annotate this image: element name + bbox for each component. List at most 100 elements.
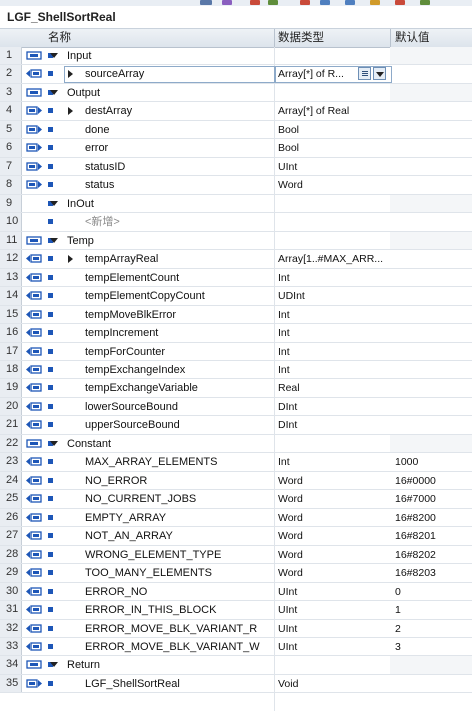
chevron-down-icon[interactable] [373, 67, 386, 81]
default-value[interactable]: 16#8201 [395, 527, 436, 545]
column-divider[interactable] [274, 29, 275, 47]
variable-name[interactable]: tempElementCopyCount [85, 287, 205, 305]
collapse-arrow-icon[interactable] [50, 200, 58, 206]
row-number[interactable]: 27 [0, 527, 22, 545]
data-type[interactable]: Int [278, 269, 386, 287]
default-value[interactable]: 1 [395, 601, 401, 619]
row-number[interactable]: 28 [0, 545, 22, 564]
section-label[interactable]: Output [67, 84, 100, 102]
row-number[interactable]: 16 [0, 324, 22, 342]
expand-arrow-icon[interactable] [68, 107, 73, 116]
collapse-arrow-icon[interactable] [50, 440, 58, 446]
data-type[interactable]: Word [278, 509, 386, 527]
variable-row[interactable]: 12 tempArrayReal Array[1..#MAX_ARR... [0, 250, 472, 269]
data-type[interactable]: Int [278, 306, 386, 324]
variable-row[interactable]: 32 ERROR_MOVE_BLK_VARIANT_R UInt 2 [0, 619, 472, 638]
expand-arrow-icon[interactable] [68, 70, 73, 79]
data-type[interactable]: Word [278, 490, 386, 508]
variable-name[interactable]: sourceArray [85, 65, 144, 83]
toolbar-button[interactable] [320, 0, 330, 5]
data-type[interactable]: Word [278, 176, 386, 194]
variable-name[interactable]: ERROR_IN_THIS_BLOCK [85, 601, 216, 619]
variable-row[interactable]: 35 LGF_ShellSortReal Void [0, 674, 472, 694]
toolbar-button[interactable] [222, 0, 232, 5]
variable-name[interactable]: MAX_ARRAY_ELEMENTS [85, 453, 217, 471]
row-number[interactable]: 35 [0, 674, 22, 693]
row-number[interactable]: 10 [0, 213, 22, 231]
variable-row[interactable]: 20 lowerSourceBound DInt [0, 397, 472, 417]
default-value[interactable]: 16#8202 [395, 546, 436, 564]
variable-row[interactable]: 26 EMPTY_ARRAY Word 16#8200 [0, 508, 472, 528]
row-number[interactable]: 4 [0, 102, 22, 120]
variable-name[interactable]: statusID [85, 158, 125, 176]
row-number[interactable]: 25 [0, 490, 22, 508]
section-row[interactable]: 34 Return [0, 656, 472, 675]
row-number[interactable]: 34 [0, 656, 22, 674]
section-label[interactable]: Constant [67, 435, 111, 453]
variable-row[interactable]: 29 TOO_MANY_ELEMENTS Word 16#8203 [0, 564, 472, 583]
variable-name[interactable]: NOT_AN_ARRAY [85, 527, 173, 545]
data-type[interactable]: Word [278, 546, 386, 564]
row-number[interactable]: 22 [0, 434, 22, 453]
variable-row[interactable]: 17 tempForCounter Int [0, 342, 472, 361]
variable-name[interactable]: <新增> [85, 213, 120, 231]
variable-name[interactable]: done [85, 121, 109, 139]
data-type[interactable]: Int [278, 361, 386, 379]
variable-row[interactable]: 13 tempElementCount Int [0, 268, 472, 288]
variable-name[interactable]: tempArrayReal [85, 250, 158, 268]
row-number[interactable]: 14 [0, 287, 22, 305]
variable-row[interactable]: 18 tempExchangeIndex Int [0, 360, 472, 380]
variable-name[interactable]: NO_ERROR [85, 472, 147, 490]
row-number[interactable]: 12 [0, 250, 22, 268]
data-type[interactable]: Array[*] of Real [278, 102, 386, 120]
toolbar-button[interactable] [200, 0, 212, 5]
default-value[interactable]: 16#8200 [395, 509, 436, 527]
variable-row[interactable]: 24 NO_ERROR Word 16#0000 [0, 471, 472, 491]
row-number[interactable]: 31 [0, 601, 22, 619]
variable-name[interactable]: EMPTY_ARRAY [85, 509, 166, 527]
section-row[interactable]: 11 Temp [0, 231, 472, 251]
section-row[interactable]: 1 Input [0, 47, 472, 66]
data-type[interactable]: UInt [278, 583, 386, 601]
default-value[interactable]: 3 [395, 638, 401, 656]
variable-row[interactable]: 15 tempMoveBlkError Int [0, 305, 472, 325]
collapse-arrow-icon[interactable] [50, 237, 58, 243]
data-type[interactable]: Array[1..#MAX_ARR... [278, 250, 386, 268]
variable-name[interactable]: LGF_ShellSortReal [85, 675, 180, 693]
data-type[interactable]: Real [278, 379, 386, 397]
variable-row[interactable]: 28 WRONG_ELEMENT_TYPE Word 16#8202 [0, 545, 472, 565]
variable-name[interactable]: ERROR_NO [85, 583, 147, 601]
row-number[interactable]: 32 [0, 619, 22, 637]
variable-row[interactable]: 30 ERROR_NO UInt 0 [0, 582, 472, 602]
row-number[interactable]: 1 [0, 47, 22, 65]
variable-name[interactable]: destArray [85, 102, 132, 120]
data-type[interactable]: Word [278, 527, 386, 545]
data-type[interactable]: UInt [278, 620, 386, 638]
row-number[interactable]: 2 [0, 65, 22, 83]
data-type[interactable]: UDInt [278, 287, 386, 305]
data-type[interactable]: Int [278, 453, 386, 471]
data-type[interactable]: UInt [278, 638, 386, 656]
data-type[interactable]: Bool [278, 139, 386, 157]
section-label[interactable]: Return [67, 656, 100, 674]
variable-name[interactable]: status [85, 176, 114, 194]
data-type[interactable]: DInt [278, 416, 386, 434]
variable-row[interactable]: 14 tempElementCopyCount UDInt [0, 287, 472, 306]
data-type[interactable]: Void [278, 675, 386, 693]
row-number[interactable]: 33 [0, 638, 22, 656]
header-default[interactable]: 默认值 [395, 29, 430, 47]
variable-name[interactable]: tempForCounter [85, 343, 165, 361]
variable-name[interactable]: lowerSourceBound [85, 398, 178, 416]
variable-row[interactable]: 23 MAX_ARRAY_ELEMENTS Int 1000 [0, 453, 472, 472]
row-number[interactable]: 18 [0, 360, 22, 379]
variable-name[interactable]: NO_CURRENT_JOBS [85, 490, 196, 508]
expand-arrow-icon[interactable] [68, 255, 73, 264]
default-value[interactable]: 16#8203 [395, 564, 436, 582]
default-value[interactable]: 16#0000 [395, 472, 436, 490]
row-number[interactable]: 11 [0, 231, 22, 250]
row-number[interactable]: 8 [0, 176, 22, 194]
header-datatype[interactable]: 数据类型 [278, 29, 324, 47]
row-number[interactable]: 24 [0, 471, 22, 490]
data-type[interactable]: Int [278, 343, 386, 361]
row-number[interactable]: 13 [0, 268, 22, 287]
